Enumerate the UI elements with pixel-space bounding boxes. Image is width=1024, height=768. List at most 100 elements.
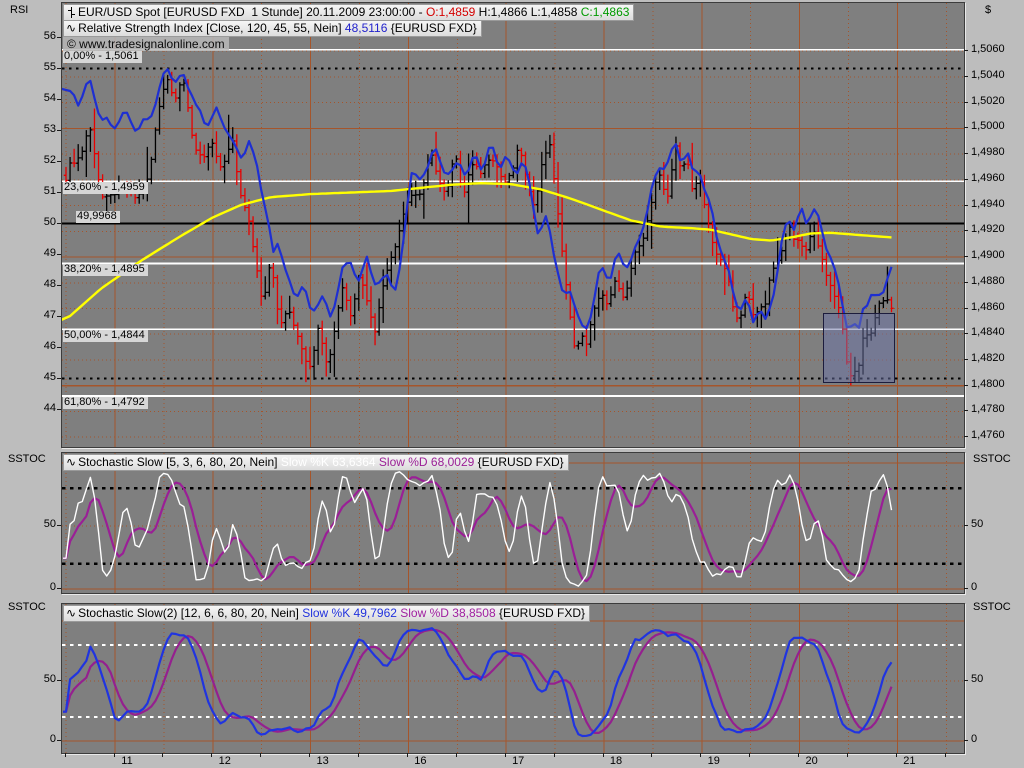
time-axis-day-label: 21 [903,755,916,767]
fib-level-label[interactable]: 50,00% - 1,4844 [63,330,148,343]
stochastic-slow-header[interactable]: ∿ Stochastic Slow [5, 3, 6, 80, 20, Nein… [63,454,569,471]
rsi-indicator-header[interactable]: ∿ Relative Strength Index [Close, 120, 4… [63,20,482,37]
axis-tick [57,740,61,741]
axis-tick-label: 0 [49,733,56,745]
axis-tick [57,346,61,348]
fib-level-label[interactable]: 38,20% - 1,4895 [63,264,148,277]
axis-tick [964,307,968,309]
axis-tick [847,753,848,757]
axis-tick-label: 56 [43,29,56,42]
time-axis-day-label: 13 [316,755,329,767]
horizontal-line-label[interactable]: 49,9968 [76,210,120,223]
axis-tick-label: 1,4800 [971,377,1005,390]
header-text-segment: EUR/USD Spot [EURUSD FXD 1 Stunde] 20.11… [78,5,426,19]
header-text-segment: Slow %K 63,6364 [280,455,376,469]
axis-tick [57,377,61,379]
stochastic-slow2-header[interactable]: ∿ Stochastic Slow(2) [12, 6, 6, 80, 20, … [63,605,591,622]
axis-tick [113,753,115,757]
header-text-segment: O:1,4859 [425,5,476,19]
axis-tick-label: 52 [43,153,56,166]
axis-tick [964,153,968,155]
axis-tick [964,281,968,283]
axis-tick-label: 50 [43,673,56,685]
axis-tick [553,753,555,757]
axis-tick [57,191,61,193]
axis-tick-label: 1,4840 [971,326,1005,339]
fib-level-label[interactable]: 23,60% - 1,4959 [63,182,148,195]
stochastic-slow-panel[interactable]: ∿ Stochastic Slow [5, 3, 6, 80, 20, Nein… [61,452,965,594]
axis-tick-label: 1,4900 [971,249,1005,262]
axis-tick [651,753,653,757]
time-axis-day-label: 12 [218,755,231,767]
ohlc-bar-icon [68,6,75,18]
axis-tick [964,230,968,232]
axis-tick-label: 50 [971,518,984,530]
time-axis-day-label: 20 [805,755,818,767]
axis-tick-label: 0 [49,581,56,593]
axis-tick-label: 53 [43,122,56,135]
axis-tick-label: 1,4920 [971,223,1005,236]
axis-title-label: SSTOC [8,453,46,465]
header-text-segment: H:1,4866 L:1,4858 [475,5,581,19]
trading-app-window: { "window": { "left_axis_title": "RSI", … [0,0,1024,768]
axis-tick [57,36,61,38]
axis-tick [964,410,968,412]
stochastic-slow2-canvas[interactable] [62,604,964,753]
axis-tick [57,315,61,317]
axis-tick [964,384,968,386]
axis-title-label: SSTOC [8,601,46,613]
axis-tick-label: 1,4780 [971,403,1005,416]
axis-tick [964,436,968,438]
axis-tick [964,740,968,741]
time-axis-day-label: 19 [707,755,720,767]
axis-tick [57,588,61,589]
axis-tick-label: 1,5020 [971,94,1005,107]
axis-tick-label: 1,4880 [971,274,1005,287]
main-chart-panel[interactable]: EUR/USD Spot [EURUSD FXD 1 Stunde] 20.11… [61,2,965,448]
axis-tick-label: 50 [971,673,984,685]
header-text-segment: Slow %D 68,0029 [378,455,475,469]
axis-tick-label: 50 [43,215,56,228]
axis-tick [57,525,61,526]
axis-tick-label: 45 [43,370,56,383]
axis-tick [57,160,61,162]
header-text-segment: {EURUSD FXD} [474,455,564,469]
axis-tick [749,753,751,757]
sine-wave-icon: ∿ [66,606,77,620]
axis-tick [260,753,262,757]
time-axis-day-label: 16 [414,755,427,767]
header-text-segment: {EURUSD FXD} [495,606,586,620]
axis-tick [57,680,61,681]
axis-tick [211,753,213,757]
axis-tick [57,284,61,286]
axis-tick [64,753,66,757]
axis-tick [964,127,968,129]
axis-tick-label: 55 [43,60,56,73]
axis-tick [964,680,968,681]
axis-tick-label: 54 [43,91,56,104]
axis-tick [964,256,968,258]
axis-tick [57,222,61,224]
selection-box[interactable] [823,313,895,383]
axis-tick-label: 1,4960 [971,171,1005,184]
axis-tick [602,753,604,757]
header-text-segment: Stochastic Slow [5, 3, 6, 80, 20, Nein] [78,455,281,469]
header-text-segment: Relative Strength Index [Close, 120, 45,… [78,21,345,35]
axis-tick [309,753,311,757]
instrument-header[interactable]: EUR/USD Spot [EURUSD FXD 1 Stunde] 20.11… [63,4,635,21]
stochastic-slow-canvas[interactable] [62,453,964,593]
axis-tick-label: 1,4860 [971,300,1005,313]
axis-tick [57,408,61,410]
axis-tick-label: 1,4760 [971,429,1005,442]
axis-tick [358,753,359,757]
header-text-segment: Slow %K 49,7962 [302,606,397,620]
axis-tick-label: 1,4980 [971,146,1005,159]
axis-tick [964,333,968,335]
axis-tick-label: 50 [43,518,56,530]
fib-level-label[interactable]: 61,80% - 1,4792 [63,396,148,409]
axis-tick-label: 1,5040 [971,68,1005,81]
axis-tick-label: 1,5000 [971,120,1005,133]
header-text-segment: C:1,4863 [580,5,630,19]
stochastic-slow2-panel[interactable]: ∿ Stochastic Slow(2) [12, 6, 6, 80, 20, … [61,603,965,754]
time-axis-day-label: 18 [609,755,623,767]
